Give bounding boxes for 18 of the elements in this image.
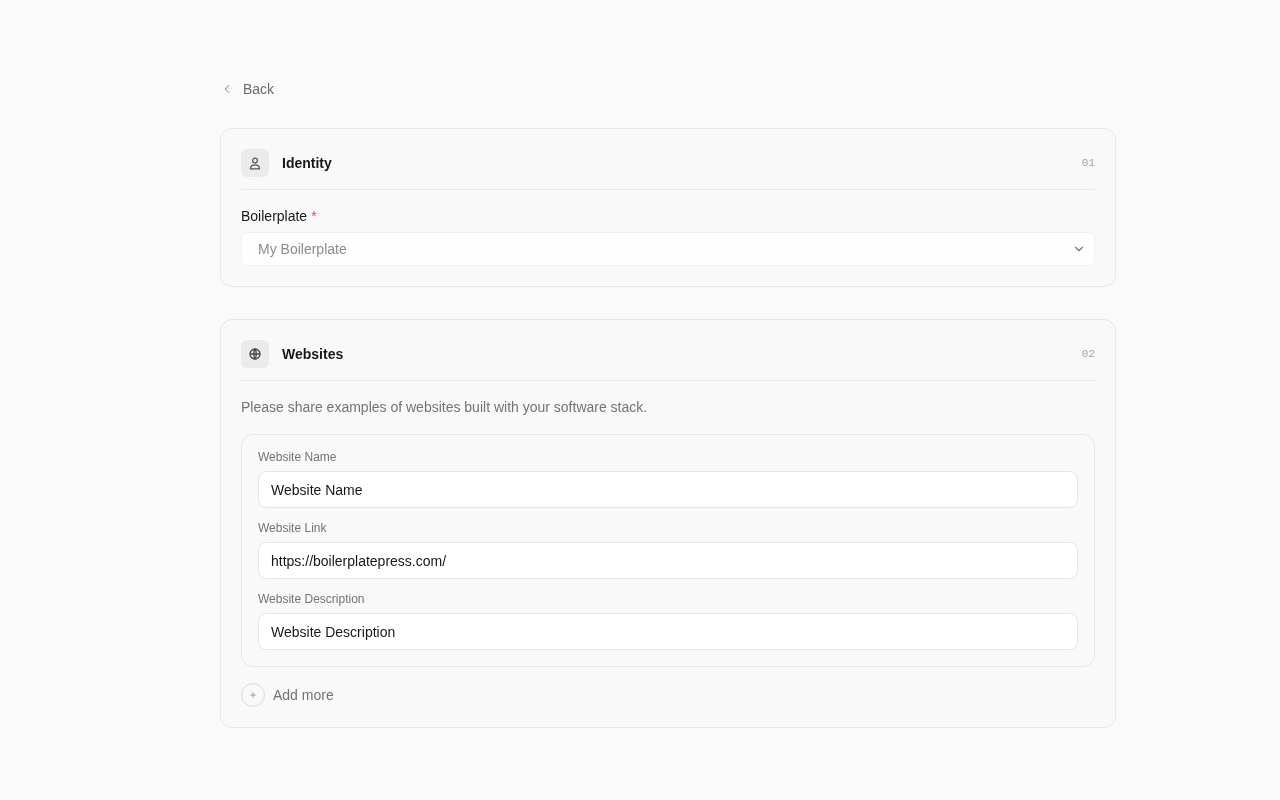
required-mark: * [311, 206, 317, 226]
back-link[interactable]: Back [220, 79, 275, 99]
section-title: Websites [282, 344, 344, 364]
section-number: 02 [1081, 346, 1095, 362]
person-icon [241, 149, 269, 177]
section-title: Identity [282, 153, 332, 173]
boilerplate-select[interactable]: My Boilerplate [241, 232, 1095, 266]
field-label: Website Description [258, 591, 366, 607]
field-label: Boilerplate [241, 206, 308, 226]
field-label: Website Name [258, 449, 338, 465]
section-number: 01 [1081, 155, 1095, 171]
section-description: Please share examples of websites built with your software stack. [241, 398, 649, 417]
field-label: Website Link [258, 520, 328, 536]
input-field[interactable]: https://boilerplatepress.com/ [258, 542, 1078, 579]
add-more-button[interactable]: Add more [273, 683, 334, 707]
input-field[interactable]: Website Description [258, 613, 1078, 650]
globe-icon [241, 340, 269, 368]
input-field[interactable]: Website Name [258, 471, 1078, 508]
